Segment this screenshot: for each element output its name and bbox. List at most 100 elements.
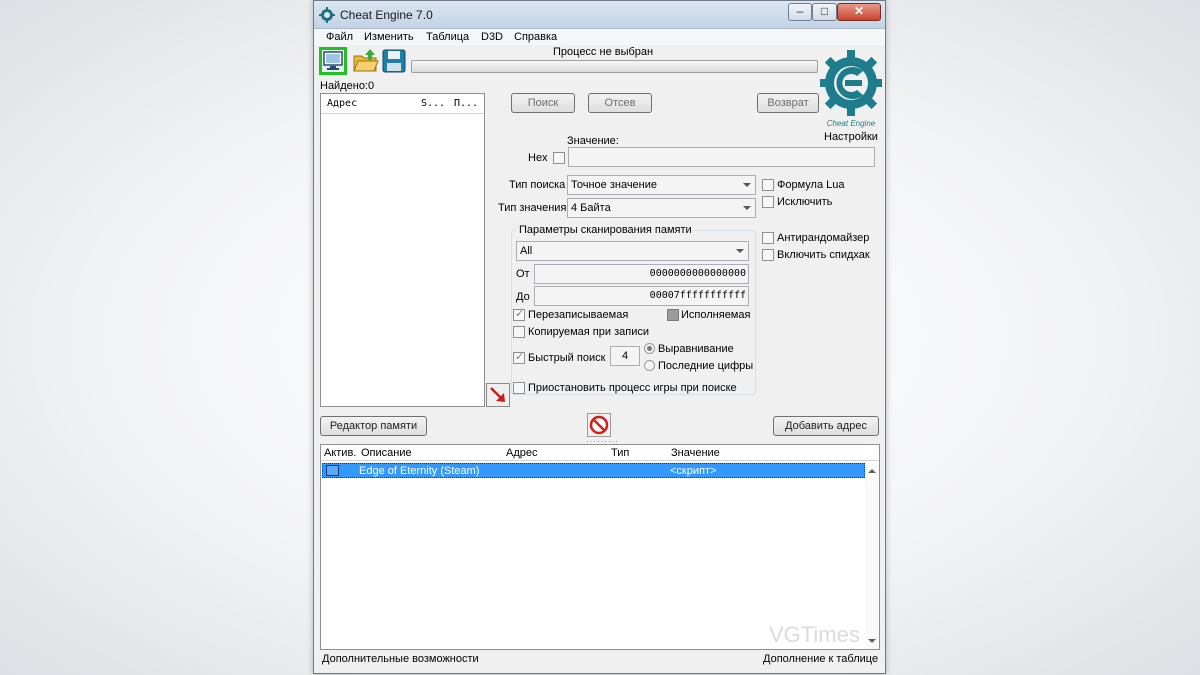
table-extras-link[interactable]: Дополнение к таблице — [763, 653, 878, 665]
memory-view-button[interactable]: Редактор памяти — [320, 416, 427, 436]
found-count: Найдено:0 — [320, 80, 375, 92]
cheat-engine-window: Cheat Engine 7.0 – □ ✕ Файл Изменить Таб… — [313, 0, 886, 674]
add-address-button[interactable]: Добавить адрес — [773, 416, 879, 436]
cheat-engine-gear-icon — [319, 7, 335, 23]
open-file-button[interactable] — [352, 47, 380, 75]
scan-progress-bar — [411, 60, 818, 73]
undo-scan-button[interactable]: Возврат — [757, 93, 819, 113]
menu-d3d[interactable]: D3D — [481, 31, 503, 43]
first-scan-button[interactable]: Поиск — [511, 93, 575, 113]
red-arrow-icon — [490, 387, 505, 402]
pause-game-checkbox[interactable] — [513, 382, 525, 394]
pause-game-label: Приостановить процесс игры при поиске — [528, 382, 737, 394]
chevron-down-icon — [743, 206, 751, 210]
next-scan-button[interactable]: Отсев — [588, 93, 652, 113]
column-active[interactable]: Актив. — [324, 447, 356, 459]
cheat-table[interactable]: Актив. Описание Адрес Тип Значение Edge … — [320, 444, 880, 650]
writable-label: Перезаписываемая — [528, 309, 629, 321]
alignment-label: Выравнивание — [658, 343, 734, 355]
maximize-button[interactable]: □ — [812, 3, 837, 21]
add-to-list-button[interactable] — [486, 383, 510, 407]
last-digits-label: Последние цифры — [658, 360, 754, 372]
column-address[interactable]: Адрес — [327, 98, 357, 109]
memory-scan-options-title: Параметры сканирования памяти — [517, 224, 694, 236]
speedhack-checkbox[interactable] — [762, 249, 774, 261]
cheat-engine-logo[interactable]: Cheat Engine — [820, 45, 882, 129]
cheat-table-header: Актив. Описание Адрес Тип Значение — [321, 445, 879, 461]
to-address-input[interactable]: 00007fffffffffff — [534, 286, 749, 306]
scan-type-select[interactable]: Точное значение — [567, 175, 756, 195]
advanced-options-link[interactable]: Дополнительные возможности — [322, 653, 479, 665]
fast-scan-value: 4 — [621, 350, 629, 362]
chevron-down-icon — [736, 249, 744, 253]
menu-file[interactable]: Файл — [326, 31, 353, 43]
unrandomizer-checkbox[interactable] — [762, 232, 774, 244]
vertical-scrollbar[interactable] — [865, 463, 879, 649]
memory-region-select[interactable]: All — [516, 241, 749, 261]
active-checkbox[interactable] — [326, 465, 339, 476]
close-button[interactable]: ✕ — [837, 3, 881, 21]
chevron-down-icon — [743, 183, 751, 187]
value-input[interactable] — [568, 147, 875, 167]
open-process-button[interactable] — [319, 47, 347, 75]
value-type-label: Тип значения — [498, 202, 567, 214]
floppy-disk-icon — [382, 49, 406, 73]
lua-formula-checkbox[interactable] — [762, 179, 774, 191]
minimize-button[interactable]: – — [788, 3, 812, 21]
fast-scan-input[interactable]: 4 — [610, 346, 640, 366]
column-address[interactable]: Адрес — [506, 447, 538, 459]
executable-label: Исполняемая — [681, 309, 751, 321]
memory-region-value: All — [520, 245, 533, 257]
watermark: VGTimes — [769, 622, 860, 647]
stop-icon[interactable] — [587, 413, 611, 437]
scroll-up-icon[interactable] — [868, 469, 876, 473]
folder-open-icon — [353, 49, 379, 72]
copy-on-write-label: Копируемая при записи — [528, 326, 649, 338]
save-button[interactable] — [380, 47, 408, 75]
settings-link[interactable]: Настройки — [824, 131, 878, 143]
scroll-down-icon[interactable] — [868, 639, 876, 643]
to-address-value: 00007fffffffffff — [649, 290, 746, 301]
last-digits-radio[interactable] — [644, 360, 655, 371]
hex-label: Hex — [528, 152, 548, 164]
alignment-radio[interactable] — [644, 343, 655, 354]
from-address-input[interactable]: 0000000000000000 — [534, 264, 749, 284]
menu-table[interactable]: Таблица — [426, 31, 469, 43]
hex-checkbox[interactable] — [553, 152, 565, 164]
address-list-header: Адрес S... П... — [321, 94, 484, 114]
lua-formula-label: Формула Lua — [777, 179, 845, 191]
to-label: До — [516, 291, 530, 303]
column-value[interactable]: S... — [421, 98, 445, 109]
column-previous[interactable]: П... — [454, 98, 478, 109]
scan-type-label: Тип поиска — [509, 179, 566, 191]
not-checkbox[interactable] — [762, 196, 774, 208]
value-type-select[interactable]: 4 Байта — [567, 198, 756, 218]
from-address-value: 0000000000000000 — [649, 268, 746, 279]
table-row[interactable]: Edge of Eternity (Steam) <скрипт> — [322, 463, 865, 478]
row-description: Edge of Eternity (Steam) — [359, 465, 480, 477]
menu-edit[interactable]: Изменить — [364, 31, 414, 43]
computer-icon — [323, 51, 343, 70]
column-description[interactable]: Описание — [361, 447, 412, 459]
writable-checkbox[interactable] — [513, 307, 525, 321]
value-type-value: 4 Байта — [571, 202, 611, 214]
from-label: От — [516, 268, 530, 280]
unrandomizer-label: Антирандомайзер — [777, 232, 870, 244]
column-value[interactable]: Значение — [671, 447, 720, 459]
not-label: Исключить — [777, 196, 833, 208]
menu-help[interactable]: Справка — [514, 31, 557, 43]
fast-scan-checkbox[interactable] — [513, 350, 525, 364]
copy-on-write-checkbox[interactable] — [513, 326, 525, 338]
menu-bar: Файл Изменить Таблица D3D Справка — [314, 29, 885, 45]
logo-text: Cheat Engine — [827, 119, 876, 128]
process-label: Процесс не выбран — [553, 46, 654, 58]
window-title: Cheat Engine 7.0 — [340, 8, 433, 22]
column-type[interactable]: Тип — [611, 447, 629, 459]
speedhack-label: Включить спидхак — [777, 249, 870, 261]
row-value: <скрипт> — [670, 465, 717, 477]
scan-type-value: Точное значение — [571, 179, 658, 191]
value-label: Значение: — [567, 135, 619, 147]
fast-scan-label: Быстрый поиск — [528, 352, 606, 364]
executable-checkbox[interactable] — [667, 309, 679, 321]
found-address-list[interactable]: Адрес S... П... — [320, 93, 485, 407]
